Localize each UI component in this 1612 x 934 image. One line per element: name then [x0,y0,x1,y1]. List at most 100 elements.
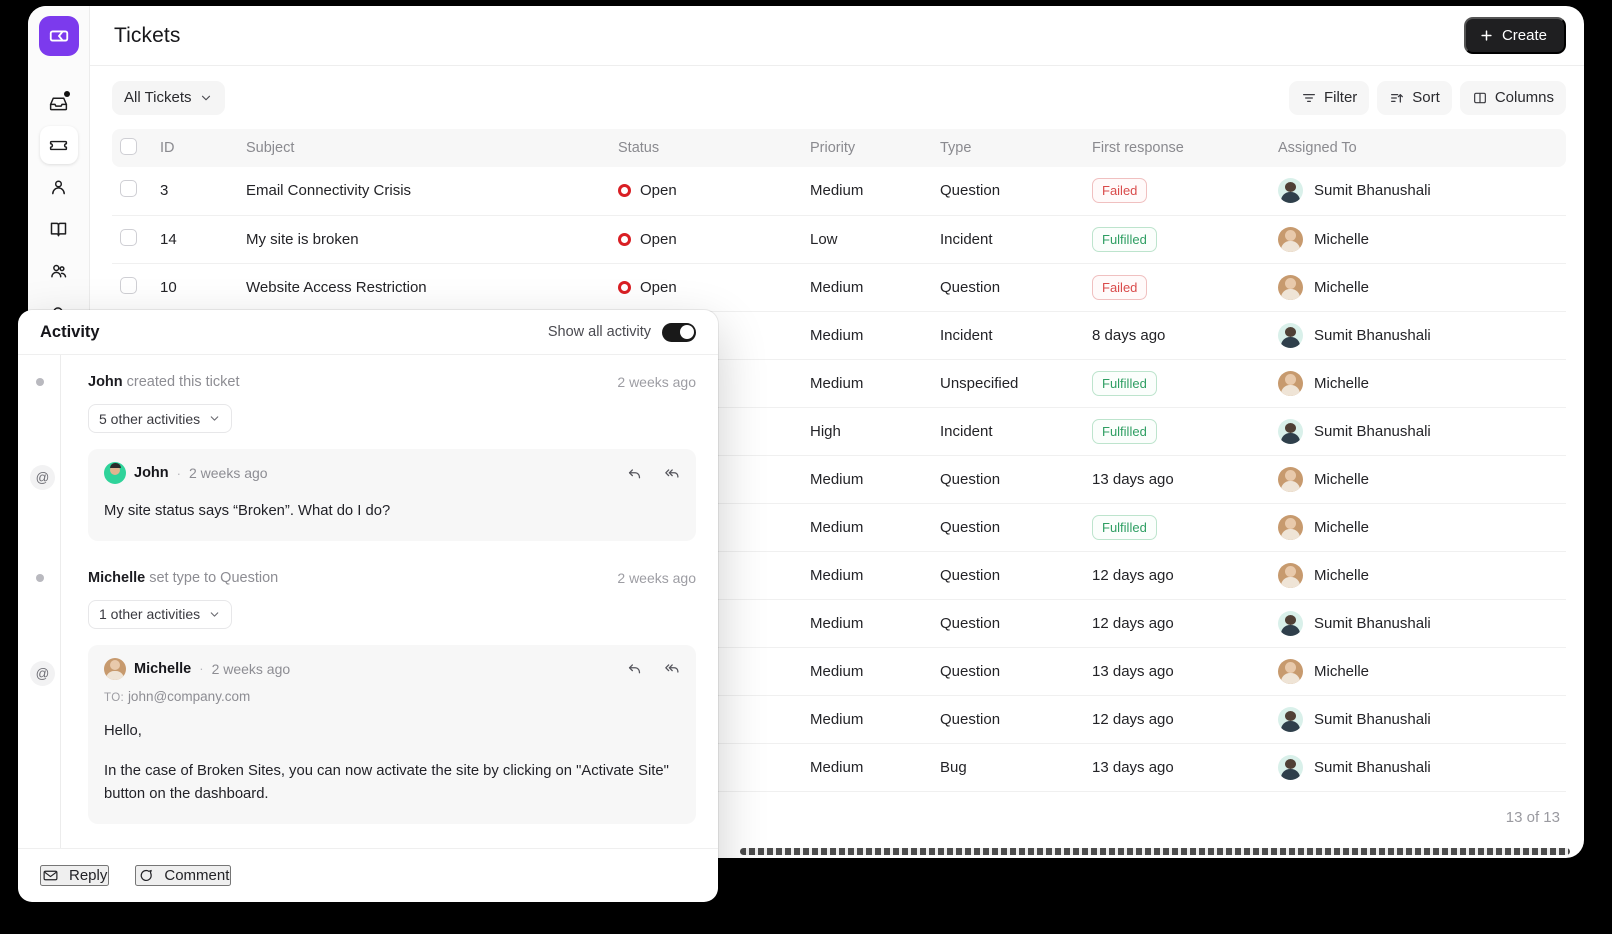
cell-assigned-to: Michelle [1270,455,1566,503]
assignee: Michelle [1278,227,1558,252]
cell-first-response: 12 days ago [1084,695,1270,743]
reply-icon[interactable] [626,660,643,677]
people-icon [48,261,69,282]
cell-type: Question [932,551,1084,599]
other-activities-button[interactable]: 1 other activities [88,600,232,629]
activity-panel-footer: Reply Comment [18,848,718,902]
reply-all-icon[interactable] [663,660,680,677]
message-paragraph: Hello, [104,720,680,743]
other-activities-button[interactable]: 5 other activities [88,404,232,433]
assignee-name: Michelle [1314,663,1369,680]
cell-subject[interactable]: Email Connectivity Crisis [238,167,610,215]
sidebar-item-teams[interactable] [40,252,78,290]
status-badge: Failed [1092,275,1147,300]
cell-subject[interactable]: Website Access Restriction [238,263,610,311]
column-header-priority[interactable]: Priority [802,129,932,167]
cell-assigned-to: Michelle [1270,503,1566,551]
column-header-first-response[interactable]: First response [1084,129,1270,167]
sidebar-item-contacts[interactable] [40,168,78,206]
row-checkbox[interactable] [120,180,137,197]
cell-first-response: Fulfilled [1084,215,1270,263]
cell-assigned-to: Sumit Bhanushali [1270,599,1566,647]
create-button[interactable]: Create [1464,17,1566,54]
brand-logo[interactable] [39,16,79,56]
column-header-type[interactable]: Type [932,129,1084,167]
sidebar-item-inbox[interactable] [40,84,78,122]
ticket-icon [48,135,69,156]
avatar [1278,227,1303,252]
table-row[interactable]: 14My site is brokenOpenLowIncidentFulfil… [112,215,1566,263]
avatar [1278,611,1303,636]
assignee: Michelle [1278,563,1558,588]
select-all-checkbox[interactable] [120,138,137,155]
row-checkbox[interactable] [120,277,137,294]
separator-dot: · [177,466,181,481]
status-badge: Fulfilled [1092,371,1157,396]
activity-panel-header: Activity Show all activity [18,310,718,355]
column-header-subject[interactable]: Subject [238,129,610,167]
table-head: ID Subject Status Priority Type First re… [112,129,1566,167]
message-paragraph: In the case of Broken Sites, you can now… [104,760,680,806]
cell-first-response: 13 days ago [1084,743,1270,791]
message-actions [626,660,680,677]
assignee-name: Michelle [1314,567,1369,584]
status-badge: Fulfilled [1092,227,1157,252]
cell-type: Unspecified [932,359,1084,407]
columns-button[interactable]: Columns [1460,81,1566,115]
cell-priority: Medium [802,263,932,311]
assignee-name: Sumit Bhanushali [1314,182,1431,199]
reply-button[interactable]: Reply [40,865,109,886]
avatar [1278,515,1303,540]
cell-type: Question [932,455,1084,503]
sidebar-item-tickets[interactable] [40,126,78,164]
reply-all-icon[interactable] [663,465,680,482]
cell-assigned-to: Michelle [1270,215,1566,263]
cell-priority: Medium [802,599,932,647]
event-actor: Michelle [88,570,145,586]
message-actions [626,465,680,482]
sidebar-item-knowledge-base[interactable] [40,210,78,248]
view-selector[interactable]: All Tickets [112,81,225,115]
column-header-status[interactable]: Status [610,129,802,167]
row-checkbox[interactable] [120,229,137,246]
column-header-id[interactable]: ID [152,129,238,167]
chevron-down-icon [199,91,213,105]
cell-assigned-to: Sumit Bhanushali [1270,407,1566,455]
message-time: 2 weeks ago [212,661,291,677]
cell-first-response: 12 days ago [1084,599,1270,647]
message-recipient-value: john@company.com [128,689,250,704]
message-body: My site status says “Broken”. What do I … [104,500,680,523]
comment-button[interactable]: Comment [135,865,231,886]
cell-priority: High [802,407,932,455]
assignee: Sumit Bhanushali [1278,323,1558,348]
cell-subject[interactable]: My site is broken [238,215,610,263]
reply-button-label: Reply [69,867,107,884]
cell-priority: Low [802,215,932,263]
cell-priority: Medium [802,743,932,791]
assignee: Michelle [1278,275,1558,300]
cell-priority: Medium [802,167,932,215]
message-header: Michelle · 2 weeks ago [104,658,680,680]
toolbar-actions: Filter Sort Columns [1289,81,1566,115]
assignee: Sumit Bhanushali [1278,178,1558,203]
cell-type: Question [932,167,1084,215]
table-row[interactable]: 10Website Access RestrictionOpenMediumQu… [112,263,1566,311]
cell-first-response: Fulfilled [1084,407,1270,455]
cell-assigned-to: Michelle [1270,263,1566,311]
columns-button-label: Columns [1495,89,1554,106]
assignee-name: Michelle [1314,471,1369,488]
reply-icon[interactable] [626,465,643,482]
avatar [1278,178,1303,203]
cell-priority: Medium [802,647,932,695]
comment-icon [137,867,154,884]
assignee-name: Sumit Bhanushali [1314,759,1431,776]
table-row[interactable]: 3Email Connectivity CrisisOpenMediumQues… [112,167,1566,215]
cell-assigned-to: Michelle [1270,551,1566,599]
filter-button[interactable]: Filter [1289,81,1369,115]
message-time: 2 weeks ago [189,465,268,481]
column-header-assigned-to[interactable]: Assigned To [1270,129,1566,167]
show-all-activity-toggle[interactable] [662,323,696,342]
horizontal-scrollbar[interactable] [740,848,1570,855]
sort-button[interactable]: Sort [1377,81,1452,115]
at-mention-icon: @ [30,465,55,490]
